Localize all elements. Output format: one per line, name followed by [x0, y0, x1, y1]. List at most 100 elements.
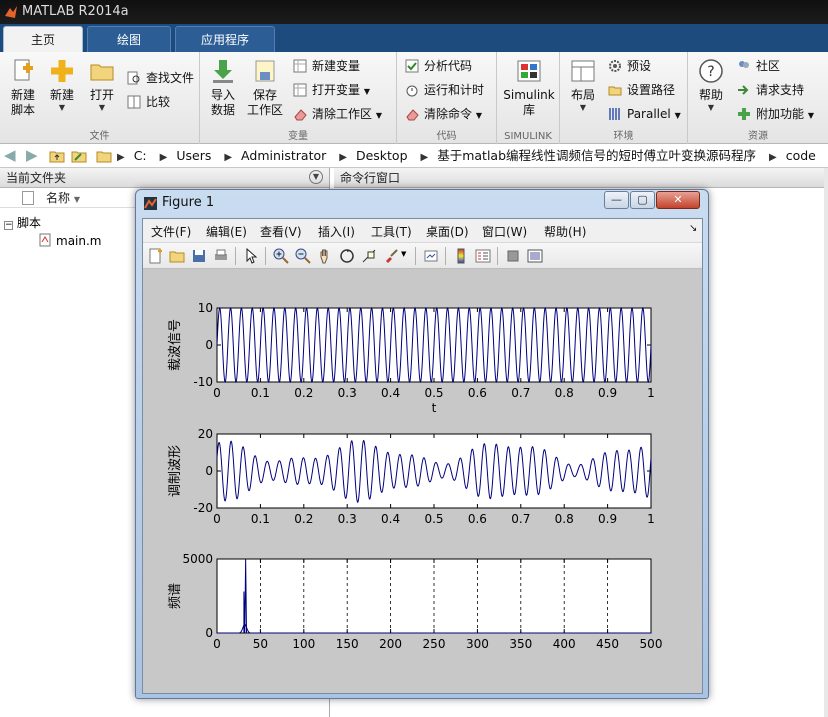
ribbon-tabbar: 主页 绘图 应用程序 [0, 24, 828, 52]
up-folder-icon[interactable] [49, 148, 65, 164]
maximize-button[interactable]: ▢ [630, 191, 655, 209]
clear-commands-button[interactable]: 清除命令 ▼ [405, 104, 482, 124]
menu-window[interactable]: 窗口(W) [482, 223, 527, 240]
pan-hand-icon[interactable] [317, 248, 333, 264]
back-arrow-icon[interactable]: ◀ [4, 148, 16, 163]
menu-desktop[interactable]: 桌面(D) [426, 223, 469, 240]
colorbar-icon[interactable] [453, 248, 469, 264]
forward-arrow-icon[interactable]: ▶ [26, 148, 38, 163]
find-files-icon [127, 71, 140, 85]
new-script-button[interactable]: 新建 脚本 [2, 56, 44, 118]
toolbar-separator [415, 247, 416, 265]
chevron-down-icon: ▼ [707, 103, 715, 112]
layout-icon [571, 60, 595, 82]
grid-icon [293, 83, 307, 97]
file-item[interactable]: main.m [38, 232, 102, 250]
open-file-icon[interactable] [169, 248, 185, 264]
crumb[interactable]: Users [176, 148, 211, 163]
figure-canvas[interactable]: 0 0.1 0.2 0.3 0.4 0.5 0.6 0.7 0.8 0.9 1 -10 0 10 t 载波信号… [143, 270, 702, 693]
scrollbar[interactable] [824, 168, 828, 717]
minimize-button[interactable]: — [604, 191, 629, 209]
tab-plots[interactable]: 绘图 [87, 26, 171, 52]
layout-button[interactable]: 布局 ▼ [562, 56, 604, 113]
clear-workspace-button[interactable]: 清除工作区 ▼ [293, 104, 382, 124]
link-plot-icon[interactable] [423, 248, 439, 264]
chevron-down-icon[interactable]: ▼ [401, 250, 406, 258]
menubar-arrow-icon[interactable]: ↘ [689, 223, 697, 234]
menu-edit[interactable]: 编辑(E) [206, 223, 247, 240]
compare-button[interactable]: 比较 [127, 92, 170, 112]
community-button[interactable]: 社区 [737, 56, 780, 76]
parallel-button[interactable]: Parallel ▼ [608, 104, 681, 124]
new-figure-icon[interactable] [147, 248, 163, 264]
y-tick-label: 0 [205, 626, 213, 640]
addons-button[interactable]: 附加功能 ▼ [737, 104, 814, 124]
figure-title: Figure 1 [162, 195, 215, 210]
crumb[interactable]: code [786, 148, 816, 163]
import-data-button[interactable]: 导入 数据 [202, 56, 244, 118]
toolbar-separator [445, 247, 446, 265]
hide-tools-icon[interactable] [505, 248, 521, 264]
x-tick-label: 500 [640, 637, 663, 651]
legend-icon[interactable] [475, 248, 491, 264]
analyze-code-button[interactable]: 分析代码 [405, 56, 472, 76]
pointer-icon[interactable] [243, 248, 259, 264]
section-label: 资源 [748, 131, 768, 142]
save-workspace-button[interactable]: 保存 工作区 [244, 56, 286, 118]
folder-node[interactable]: − 脚本 [4, 214, 41, 232]
collapse-icon[interactable]: − [4, 221, 13, 230]
menu-tools[interactable]: 工具(T) [371, 223, 412, 240]
crumb[interactable]: Desktop [356, 148, 408, 163]
x-tick-label: 0.1 [251, 386, 270, 400]
open-button[interactable]: 打开 ▼ [81, 56, 123, 113]
preferences-button[interactable]: 预设 [608, 56, 651, 76]
simulink-library-button[interactable]: Simulink 库 [501, 56, 557, 118]
menu-view[interactable]: 查看(V) [260, 223, 302, 240]
new-variable-button[interactable]: 新建变量 [293, 56, 360, 76]
run-and-time-button[interactable]: 运行和计时 [405, 80, 484, 100]
new-button[interactable]: 新建 ▼ [41, 56, 83, 113]
x-tick-label: 150 [336, 637, 359, 651]
close-button[interactable]: ✕ [656, 191, 700, 209]
panel-menu-icon[interactable]: ▼ [309, 170, 323, 184]
x-tick-label: 0.3 [338, 386, 357, 400]
x-tick-label: 250 [423, 637, 446, 651]
tab-home[interactable]: 主页 [3, 26, 83, 52]
open-variable-button[interactable]: 打开变量 ▼ [293, 80, 370, 100]
show-tools-icon[interactable] [527, 248, 543, 264]
browse-folder-icon[interactable] [71, 148, 87, 164]
menu-help[interactable]: 帮助(H) [544, 223, 586, 240]
crumb[interactable]: C: [134, 148, 147, 163]
brush-icon[interactable] [383, 248, 399, 264]
rotate-3d-icon[interactable] [339, 248, 355, 264]
zoom-out-icon[interactable] [295, 248, 311, 264]
crumb[interactable]: Administrator [241, 148, 326, 163]
x-tick-label: 200 [379, 637, 402, 651]
zoom-in-icon[interactable] [273, 248, 289, 264]
request-support-button[interactable]: 请求支持 [737, 80, 804, 100]
x-tick-label: 0.2 [294, 386, 313, 400]
x-tick-label: 0 [213, 637, 221, 651]
save-icon [255, 60, 275, 82]
figure-window[interactable]: Figure 1 — ▢ ✕ 文件(F) 编辑(E) 查看(V) 插入(I) 工… [135, 189, 709, 699]
help-button[interactable]: ? 帮助 ▼ [690, 56, 732, 113]
menu-file[interactable]: 文件(F) [151, 223, 191, 240]
file-type-icon [22, 191, 34, 205]
menu-insert[interactable]: 插入(I) [318, 223, 355, 240]
section-file: 新建 脚本 新建 ▼ 打开 ▼ 查找文件 比较 文件 [0, 52, 200, 144]
help-icon: ? [699, 59, 723, 83]
crumb[interactable]: 基于matlab编程线性调频信号的短时傅立叶变换源码程序 [437, 148, 756, 163]
tab-apps[interactable]: 应用程序 [175, 26, 275, 52]
data-cursor-icon[interactable] [361, 248, 377, 264]
new-script-icon [14, 59, 33, 81]
community-icon [739, 61, 749, 68]
x-tick-label: 1 [647, 512, 655, 526]
x-tick-label: 0 [213, 512, 221, 526]
set-path-button[interactable]: 设置路径 [608, 80, 675, 100]
y-axis-label: 载波信号 [168, 319, 183, 371]
save-icon[interactable] [191, 248, 207, 264]
find-files-button[interactable]: 查找文件 [127, 68, 194, 88]
print-icon[interactable] [213, 248, 229, 264]
x-tick-label: 0 [213, 386, 221, 400]
chevron-down-icon: ▼ [375, 111, 382, 120]
